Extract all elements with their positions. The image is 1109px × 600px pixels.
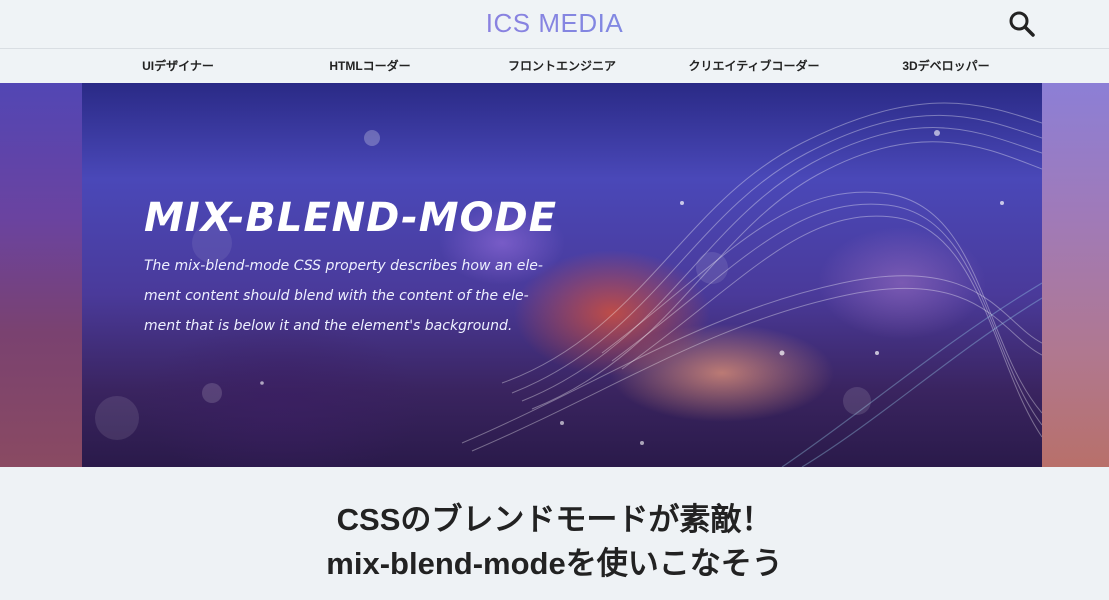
- category-nav: UIデザイナー HTMLコーダー フロントエンジニア クリエイティブコーダー 3…: [0, 49, 1109, 83]
- nav-item-creative-coder[interactable]: クリエイティブコーダー: [688, 49, 819, 83]
- hero-banner: MIX-BLEND-MODE The mix-blend-mode CSS pr…: [0, 83, 1109, 467]
- site-header: ICS MEDIA: [0, 0, 1109, 49]
- nav-item-html-coder[interactable]: HTMLコーダー: [329, 49, 410, 83]
- hero-backdrop-left: [0, 83, 82, 467]
- hero-description-line: ment that is below it and the element's …: [144, 318, 513, 334]
- nav-item-ui-designer[interactable]: UIデザイナー: [142, 49, 214, 83]
- article-title-line: mix-blend-modeを使いこなそう: [326, 546, 783, 581]
- hero-description-line: ment content should blend with the conte…: [144, 288, 529, 304]
- article-title: CSSのブレンドモードが素敵！ mix-blend-modeを使いこなそう: [0, 498, 1109, 586]
- hero-description-line: The mix-blend-mode CSS property describe…: [144, 258, 543, 274]
- search-icon[interactable]: [1006, 8, 1038, 40]
- hero-image[interactable]: MIX-BLEND-MODE The mix-blend-mode CSS pr…: [82, 83, 1042, 467]
- nav-item-3d-developer[interactable]: 3Dデベロッパー: [902, 49, 989, 83]
- nav-item-front-engineer[interactable]: フロントエンジニア: [508, 49, 616, 83]
- hero-description: The mix-blend-mode CSS property describe…: [144, 251, 564, 341]
- hero-title: MIX-BLEND-MODE: [144, 195, 558, 241]
- article-title-line: CSSのブレンドモードが素敵！: [336, 502, 773, 537]
- hero-backdrop-right: [1042, 83, 1109, 467]
- site-logo[interactable]: ICS MEDIA: [0, 8, 1109, 39]
